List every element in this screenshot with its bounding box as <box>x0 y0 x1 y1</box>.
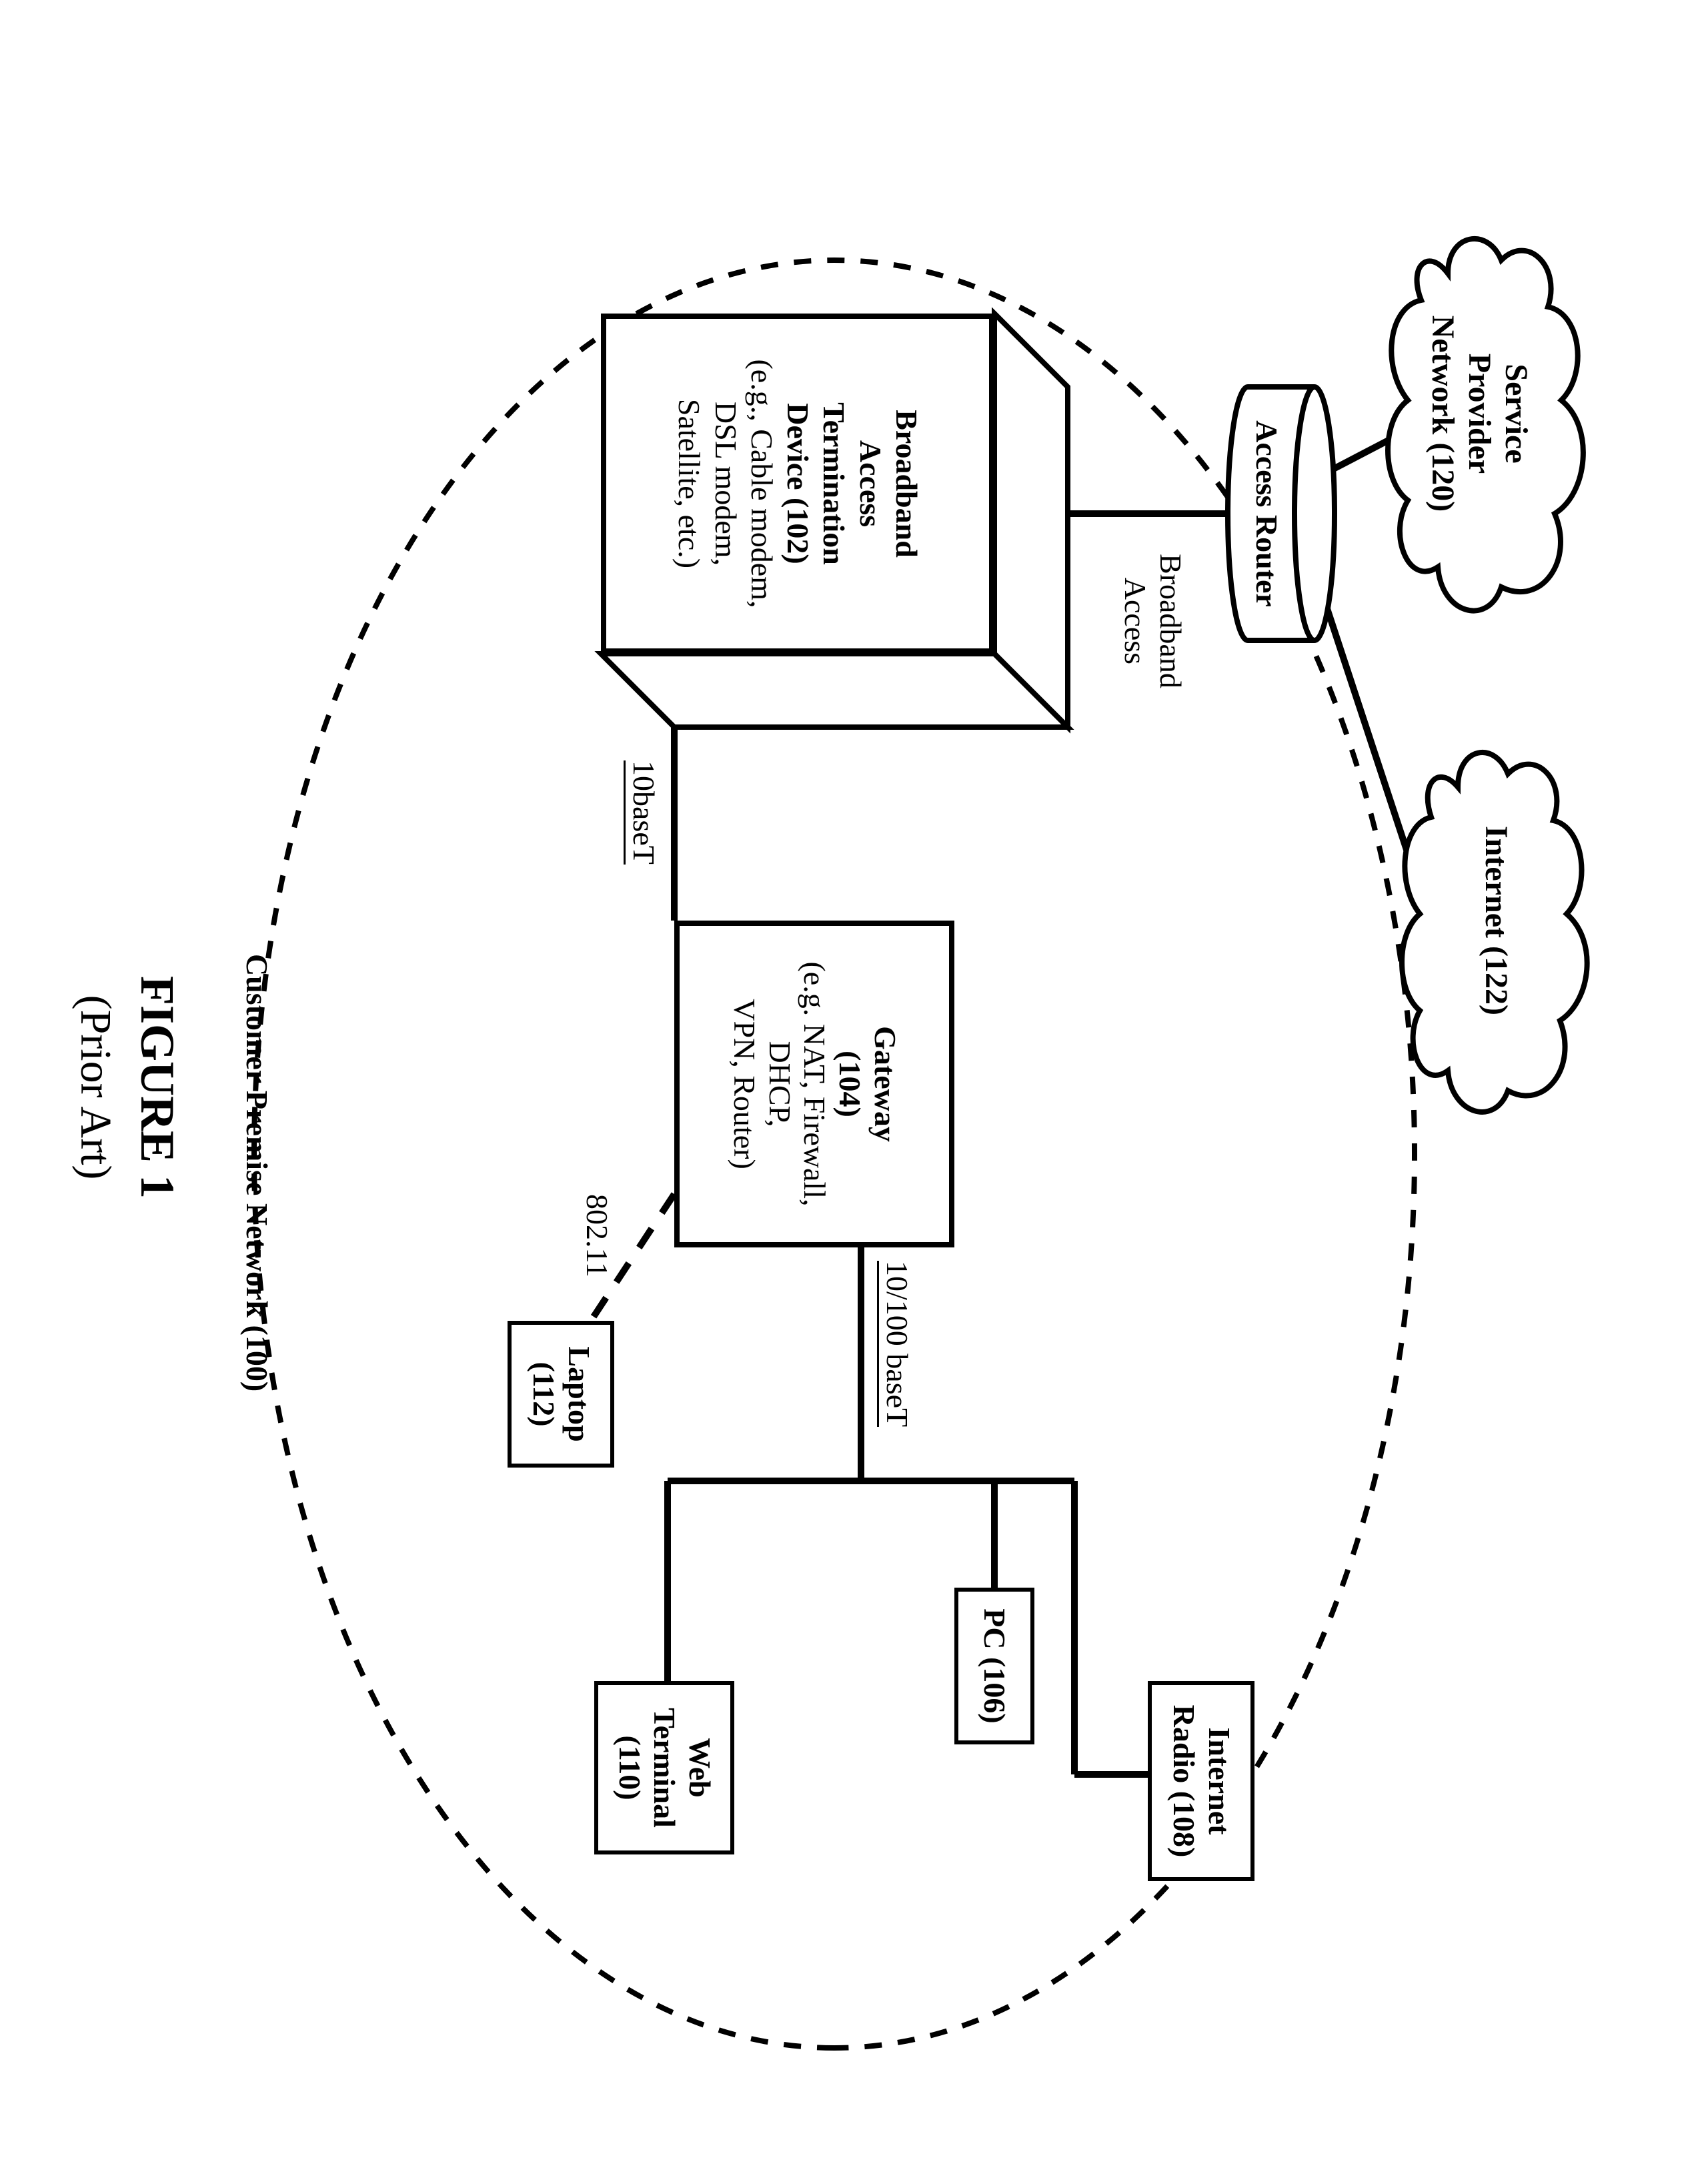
cloud-internet: Internet (122) <box>1388 714 1615 1127</box>
modem-s3: Satellite, etc.) <box>671 359 707 608</box>
modem-s2: DSL modem, <box>707 359 743 608</box>
laptop-l2: (112) <box>527 1362 561 1426</box>
broadband-access-l1: Broadband <box>1154 554 1188 688</box>
gateway-s3: VPN, Router) <box>726 961 761 1206</box>
gateway-s1: (e.g. NAT, Firewall, <box>796 961 832 1206</box>
modem-l3: Termination <box>817 402 851 565</box>
tenbaset-label: 10baseT <box>626 760 661 865</box>
pc-label: PC (106) <box>976 1608 1012 1723</box>
web-l1: Web <box>683 1738 717 1797</box>
wifi-label: 802.11 <box>579 1194 614 1277</box>
pc-box: PC (106) <box>954 1588 1034 1744</box>
modem-box: Broadband Access Termination Device (102… <box>594 307 1074 734</box>
cloud-spn-l1: Service <box>1499 364 1534 463</box>
cloud-spn-l3: Network (120) <box>1425 315 1460 512</box>
gateway-s2: DHCP, <box>761 961 796 1206</box>
web-terminal-box: Web Terminal (110) <box>594 1681 734 1854</box>
modem-s1: (e.g., Cable modem, <box>743 359 779 608</box>
gateway-box: Gateway (104) (e.g. NAT, Firewall, DHCP,… <box>674 921 954 1247</box>
cloud-internet-label: Internet (122) <box>1479 826 1514 1015</box>
broadband-access-l2: Access <box>1118 577 1152 664</box>
cloud-service-provider: Service Provider Network (120) <box>1375 200 1615 627</box>
gateway-l2: (104) <box>833 1051 867 1117</box>
figure-title: FIGURE 1 <box>131 975 184 1198</box>
radio-l1: Internet <box>1202 1727 1236 1834</box>
lan-label: 10/100 baseT <box>879 1261 914 1427</box>
modem-l2: Access <box>853 440 887 526</box>
internet-radio-box: Internet Radio (108) <box>1148 1681 1254 1881</box>
web-l3: (110) <box>612 1735 646 1800</box>
access-router: Access Router <box>1221 374 1341 654</box>
web-l2: Terminal <box>648 1708 682 1828</box>
lan-text: 10/100 baseT <box>877 1261 914 1427</box>
gateway-l1: Gateway <box>868 1026 902 1142</box>
cpn-label: Customer Premise Network (100) <box>239 954 274 1392</box>
access-router-label: Access Router <box>1249 374 1285 654</box>
laptop-l1: Laptop <box>562 1346 596 1442</box>
tenbaset-text: 10baseT <box>624 760 661 865</box>
cloud-spn-l2: Provider <box>1461 353 1497 473</box>
modem-l4: Device (102) <box>781 403 815 564</box>
broadband-access-label: Broadband Access <box>1117 554 1188 688</box>
radio-l2: Radio (108) <box>1167 1704 1201 1857</box>
figure-subtitle: (Prior Art) <box>71 995 120 1179</box>
laptop-box: Laptop (112) <box>508 1321 614 1468</box>
figure-caption: FIGURE 1 (Prior Art) <box>67 947 187 1227</box>
modem-l1: Broadband <box>889 410 923 558</box>
